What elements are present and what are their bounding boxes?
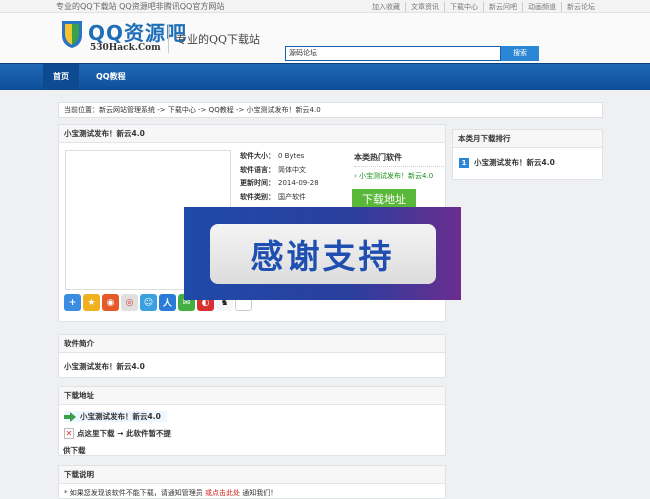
- download-explanation-title: 下载说明: [59, 466, 445, 484]
- nav-item-home[interactable]: 首页: [43, 64, 79, 90]
- site-tagline: 专业的QQ下载站 QQ资源吧非腾讯QQ官方网站: [56, 2, 225, 11]
- top-bar: 专业的QQ下载站 QQ资源吧非腾讯QQ官方网站 加入收藏 文章资讯 下载中心 新…: [0, 0, 650, 13]
- top-link-favorite[interactable]: 加入收藏: [367, 2, 405, 12]
- info-label: 软件语言：: [240, 165, 275, 174]
- explanation-click-link[interactable]: 或点击此处: [205, 489, 240, 497]
- share-qzone-icon[interactable]: ☺: [140, 294, 157, 311]
- info-value: 0 Bytes: [278, 152, 305, 160]
- software-title: 小宝测试发布！新云4.0: [59, 125, 445, 143]
- info-row-category: 软件类别： 国产软件: [240, 191, 319, 205]
- share-renren-icon[interactable]: ◎: [121, 294, 138, 311]
- share-people-icon[interactable]: 人: [159, 294, 176, 311]
- broken-image-icon: ✕: [64, 428, 74, 439]
- logo-brand: QQ资源吧: [88, 21, 188, 45]
- info-value: 国产软件: [278, 192, 306, 201]
- site-logo[interactable]: QQ资源吧 530Hack.Com: [60, 16, 186, 60]
- download-notice[interactable]: ✕ 点这里下载 → 此软件暂不提: [64, 428, 171, 439]
- main-nav: 首页 QQ教程: [0, 63, 650, 90]
- monthly-ranking-title: 本类月下载排行: [453, 130, 602, 148]
- top-link-forum[interactable]: 新云论坛: [561, 2, 600, 12]
- header-divider: [168, 25, 169, 53]
- shield-logo-icon: [62, 21, 82, 48]
- download-arrow-icon: [64, 411, 76, 422]
- top-link-animation[interactable]: 动画频道: [522, 2, 561, 12]
- share-weibo-icon[interactable]: ◉: [102, 294, 119, 311]
- share-favorite-star-icon[interactable]: ★: [83, 294, 100, 311]
- breadcrumb: 当前位置：新云网站管理系统 -> 下载中心 -> QQ教程 -> 小宝测试发布！…: [58, 102, 603, 118]
- header-slogan: 专业的QQ下载站: [176, 33, 261, 46]
- info-row-updated: 更新时间： 2014-09-28: [240, 177, 319, 191]
- explanation-text-end: 通知我们！: [242, 489, 278, 497]
- info-row-size: 软件大小： 0 Bytes: [240, 150, 319, 164]
- thanks-overlay-banner: 感谢支持: [184, 207, 461, 300]
- logo-domain: 530Hack.Com: [90, 43, 161, 53]
- hot-software-label: 小宝测试发布！新云4.0: [359, 172, 434, 180]
- download-explanation-panel: 下载说明 * 如果您发现该软件不能下载，请通知管理员 或点击此处 通知我们！: [58, 465, 446, 499]
- download-notice-text: 点这里下载 → 此软件暂不提: [77, 429, 172, 438]
- ranking-number: 1: [459, 157, 469, 168]
- download-link[interactable]: 小宝测试发布！新云4.0: [64, 411, 167, 422]
- software-info: 软件大小： 0 Bytes 软件语言： 简体中文 更新时间： 2014-09-28 软…: [240, 150, 319, 204]
- ranking-label: 小宝测试发布！新云4.0: [474, 158, 555, 167]
- search-input[interactable]: 源码论坛: [285, 46, 501, 61]
- info-label: 更新时间：: [240, 179, 275, 187]
- info-label: 软件大小：: [240, 152, 275, 160]
- top-link-articles[interactable]: 文章资讯: [405, 2, 444, 12]
- software-intro-body: 小宝测试发布！新云4.0: [64, 362, 145, 371]
- hot-software: 本类热门软件 › 小宝测试发布！新云4.0: [354, 152, 444, 181]
- download-address-panel: 下载地址 小宝测试发布！新云4.0 ✕ 点这里下载 → 此软件暂不提 供下载: [58, 386, 446, 456]
- search-button[interactable]: 搜索: [501, 46, 539, 61]
- software-intro-title: 软件简介: [59, 335, 445, 353]
- thanks-overlay-text: 感谢支持: [209, 223, 436, 284]
- software-intro-panel: 软件简介 小宝测试发布！新云4.0: [58, 334, 446, 378]
- header: QQ资源吧 530Hack.Com 专业的QQ下载站 源码论坛 搜索: [0, 13, 650, 63]
- download-link-label: 小宝测试发布！新云4.0: [80, 412, 161, 421]
- hot-software-title: 本类热门软件: [354, 152, 444, 167]
- monthly-ranking-panel: 本类月下载排行 1 小宝测试发布！新云4.0: [452, 129, 603, 180]
- info-value: 2014-09-28: [278, 179, 319, 187]
- download-explanation-body: * 如果您发现该软件不能下载，请通知管理员 或点击此处 通知我们！: [59, 484, 445, 499]
- top-link-downloads[interactable]: 下载中心: [444, 2, 483, 12]
- share-plus-icon[interactable]: +: [64, 294, 81, 311]
- download-address-title: 下载地址: [59, 387, 445, 405]
- nav-item-qq-tutorial[interactable]: QQ教程: [86, 64, 136, 90]
- top-links: 加入收藏 文章资讯 下载中心 新云问吧 动画频道 新云论坛: [367, 2, 600, 12]
- top-link-ask[interactable]: 新云问吧: [483, 2, 522, 12]
- download-notice-continued: 供下载: [63, 446, 86, 455]
- info-row-language: 软件语言： 简体中文: [240, 164, 319, 178]
- info-label: 软件类别：: [240, 192, 275, 201]
- ranking-item[interactable]: 1 小宝测试发布！新云4.0: [459, 157, 555, 168]
- explanation-text: * 如果您发现该软件不能下载，请通知管理员: [64, 489, 203, 497]
- info-value: 简体中文: [278, 165, 306, 174]
- hot-software-link[interactable]: › 小宝测试发布！新云4.0: [354, 171, 444, 181]
